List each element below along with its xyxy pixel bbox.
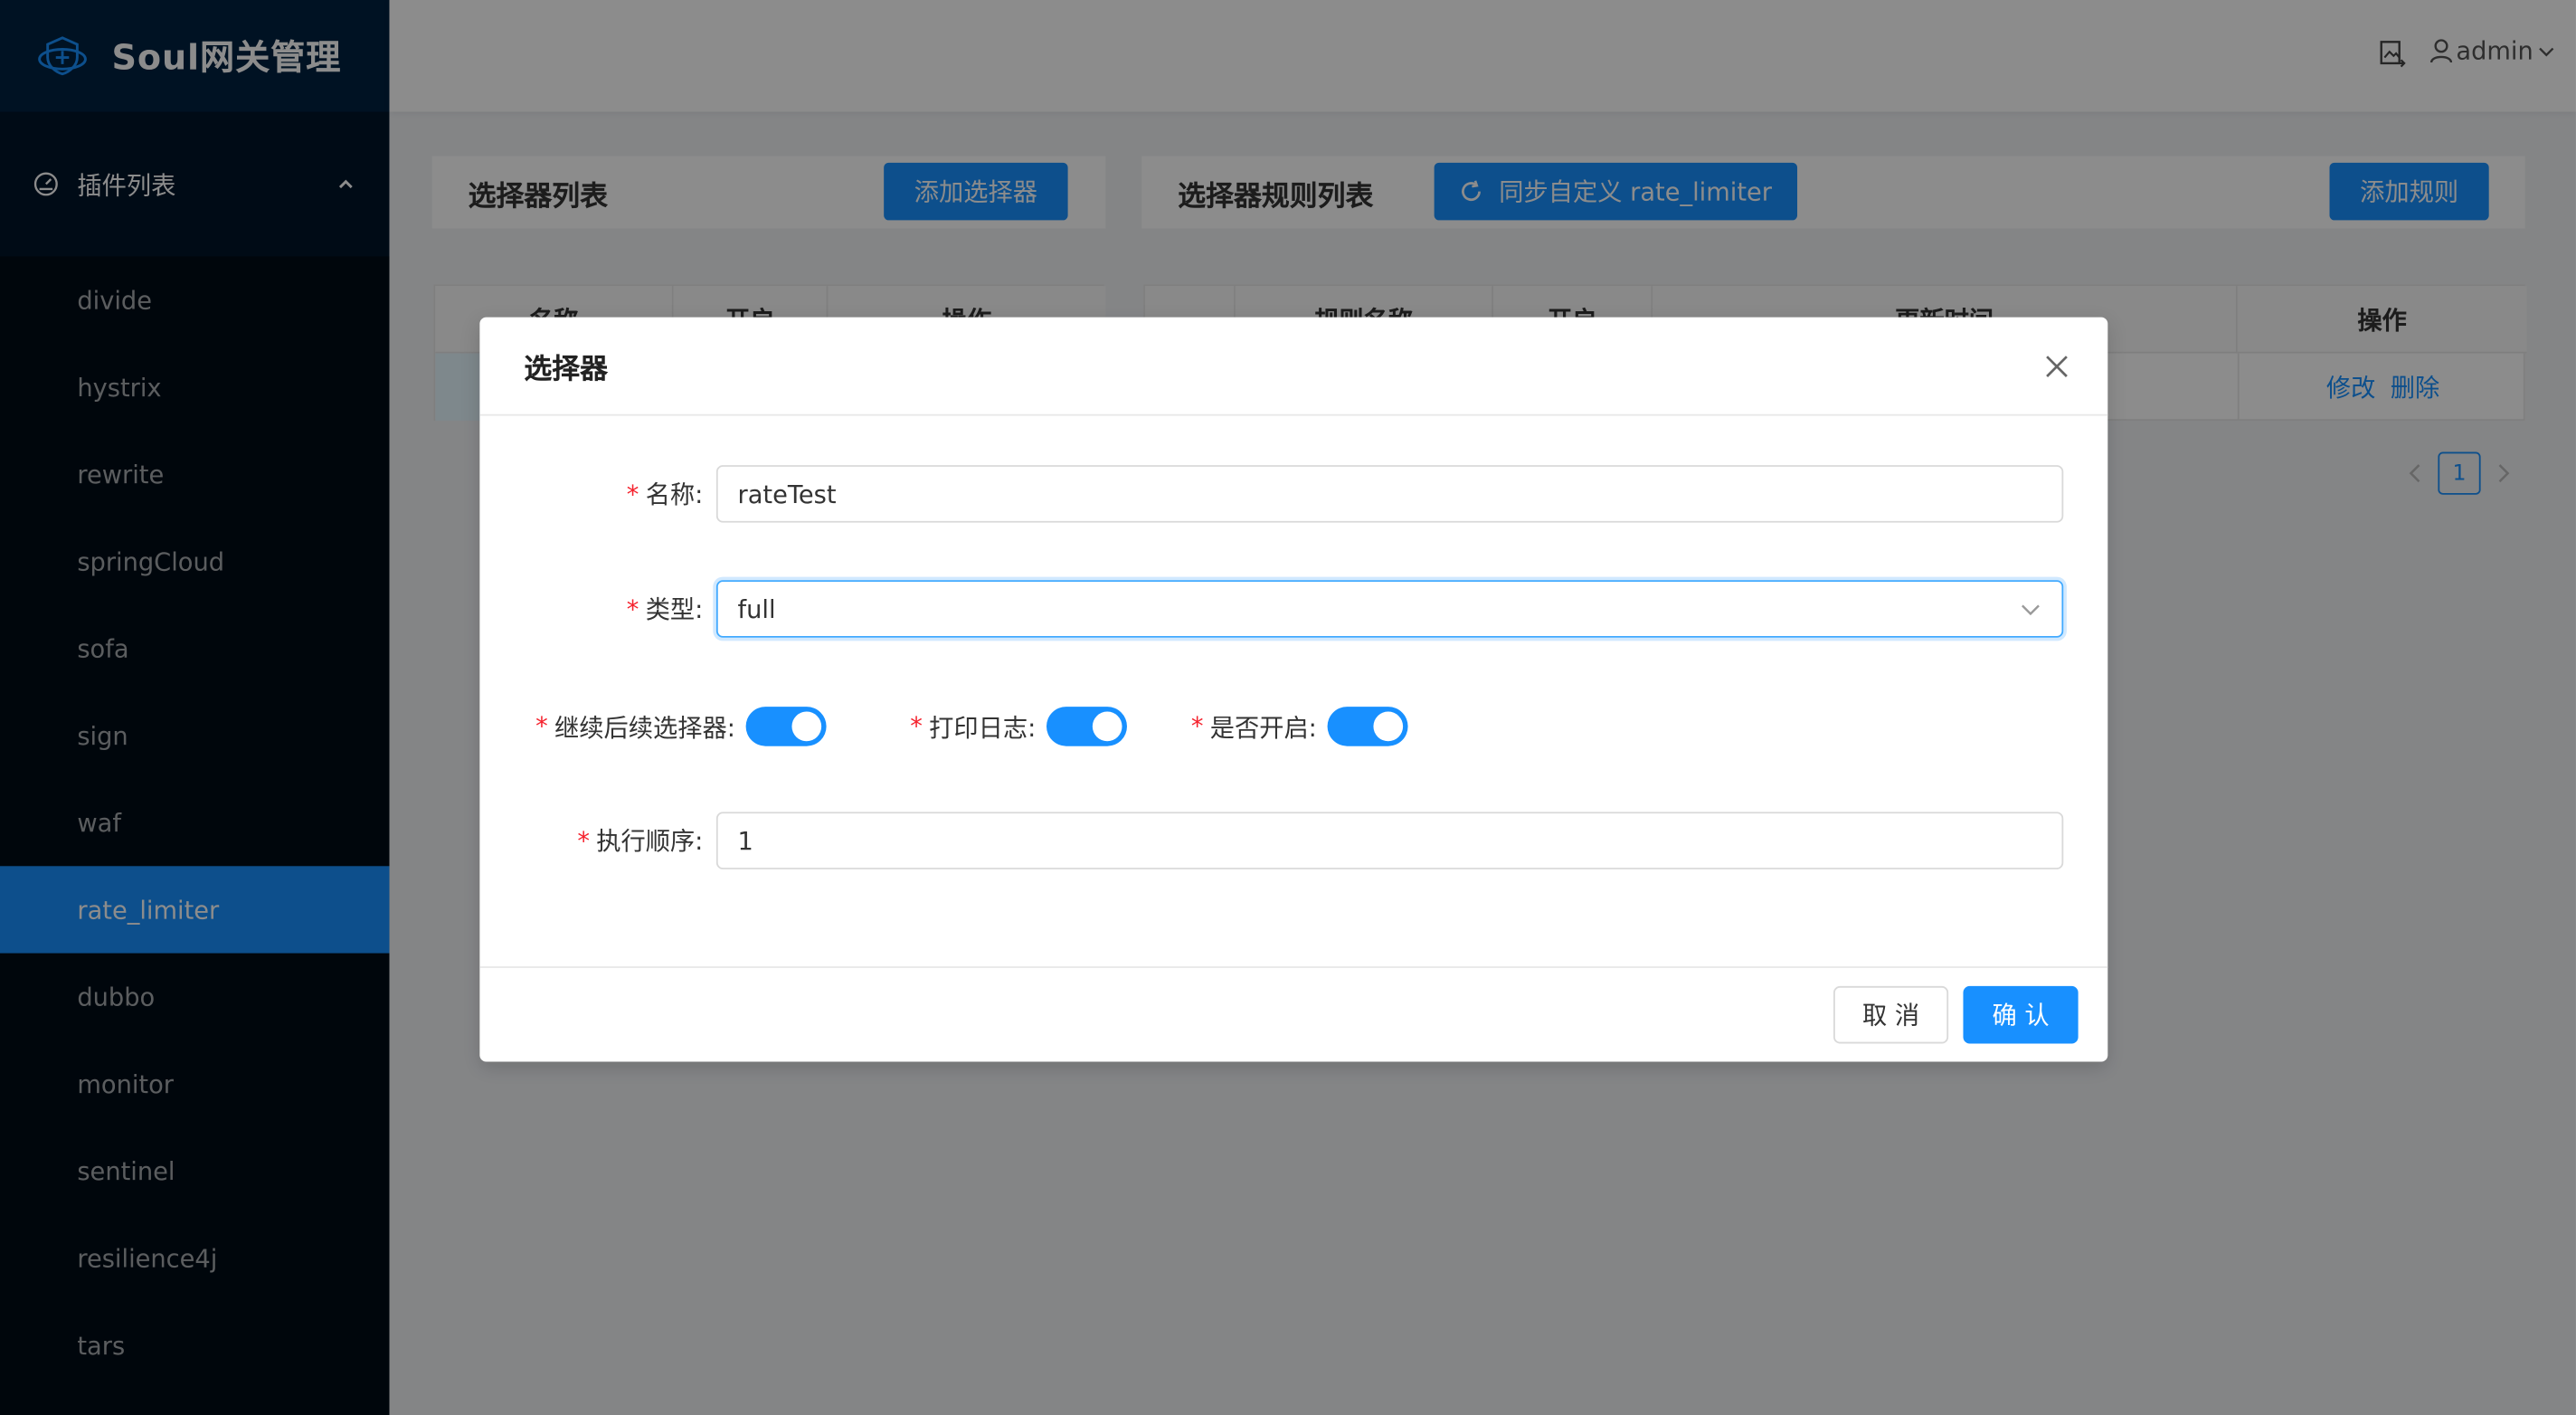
continued-field: * 继续后续选择器:	[535, 707, 826, 746]
logged-label: 打印日志:	[929, 712, 1037, 743]
chevron-down-icon	[2022, 604, 2040, 616]
modal-footer: 取 消 确 认	[479, 966, 2108, 1061]
enabled-field: * 是否开启:	[1191, 707, 1407, 746]
logged-field: * 打印日志:	[910, 707, 1127, 746]
type-select[interactable]: full	[715, 580, 2064, 638]
close-icon[interactable]	[2045, 355, 2068, 377]
sort-input[interactable]: 1	[715, 812, 2064, 869]
modal-title: 选择器	[524, 353, 609, 386]
sort-label: * 执行顺序:	[577, 823, 703, 858]
required-mark: *	[910, 711, 923, 742]
name-label: * 名称:	[627, 477, 704, 511]
enabled-label: 是否开启:	[1209, 712, 1317, 743]
sort-label-text: 执行顺序:	[596, 826, 704, 857]
required-mark: *	[626, 479, 639, 509]
required-mark: *	[535, 711, 548, 742]
logged-switch[interactable]	[1046, 707, 1127, 746]
switch-knob	[1372, 711, 1403, 742]
name-label-text: 名称:	[645, 480, 704, 510]
type-select-value: full	[737, 594, 776, 624]
continued-switch[interactable]	[744, 707, 826, 746]
cancel-button[interactable]: 取 消	[1833, 985, 1949, 1044]
required-mark: *	[626, 594, 639, 624]
required-mark: *	[577, 825, 590, 856]
type-label: * 类型:	[627, 592, 704, 626]
modal-header: 选择器	[479, 318, 2108, 416]
selector-modal: 选择器 * 名称: rateTest * 类型: full * 继续后续选择器:…	[479, 317, 2108, 1062]
switch-knob	[1092, 711, 1122, 742]
confirm-button[interactable]: 确 认	[1963, 985, 2079, 1044]
continued-label: 继续后续选择器:	[554, 712, 735, 743]
name-input[interactable]: rateTest	[715, 465, 2064, 523]
type-label-text: 类型:	[645, 594, 704, 625]
switch-knob	[791, 711, 821, 742]
required-mark: *	[1190, 711, 1204, 742]
enabled-switch[interactable]	[1326, 707, 1407, 746]
